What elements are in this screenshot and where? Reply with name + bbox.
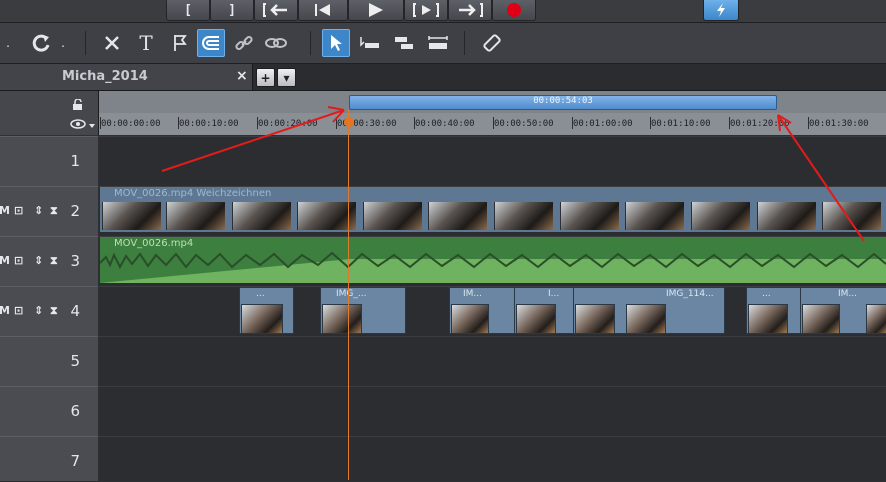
annotation-arrows [161, 106, 865, 242]
annotation-arrow-right [777, 114, 865, 242]
annotation-arrow-left [161, 106, 345, 172]
